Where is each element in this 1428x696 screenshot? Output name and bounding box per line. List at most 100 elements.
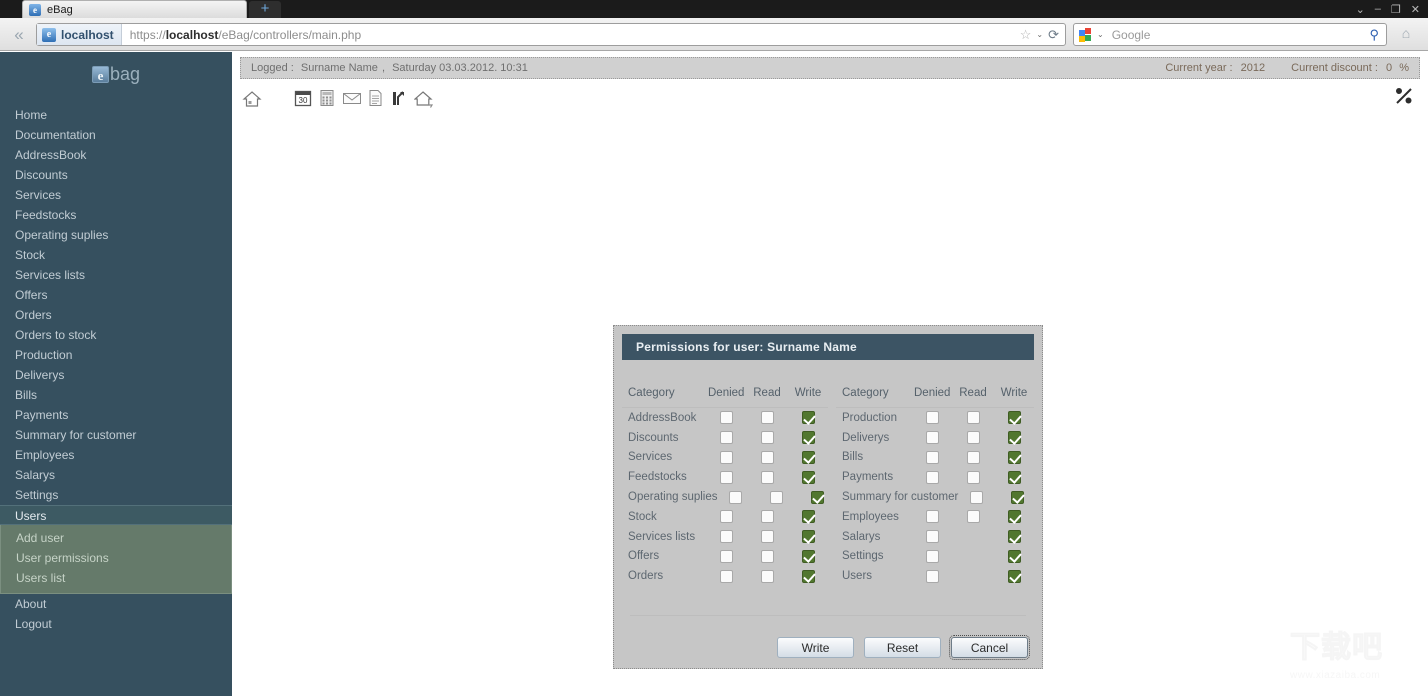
sidebar-item-documentation[interactable]: Documentation	[0, 125, 232, 145]
checkbox-write[interactable]	[801, 549, 815, 563]
checkbox-read[interactable]	[966, 431, 980, 445]
checkbox-read[interactable]	[760, 510, 774, 524]
checkbox-denied[interactable]	[719, 450, 733, 464]
checkbox-denied[interactable]	[969, 490, 983, 504]
sidebar-item-users[interactable]: Users	[0, 505, 232, 525]
search-bar[interactable]: ⌄ Google ⚲	[1073, 23, 1387, 46]
calendar-icon[interactable]: 30	[294, 89, 314, 109]
checkbox-write[interactable]	[801, 510, 815, 524]
checkbox-write[interactable]	[1007, 569, 1021, 583]
home-icon[interactable]	[242, 89, 262, 109]
sidebar-item-employees[interactable]: Employees	[0, 445, 232, 465]
checkbox-write[interactable]	[801, 450, 815, 464]
browser-tab[interactable]: e eBag	[22, 0, 247, 18]
checkbox-denied[interactable]	[729, 490, 742, 504]
sidebar-item-production[interactable]: Production	[0, 345, 232, 365]
checkbox-denied[interactable]	[925, 450, 939, 464]
search-icon[interactable]: ⚲	[1369, 27, 1386, 43]
checkbox-read[interactable]	[760, 450, 774, 464]
sidebar-item-payments[interactable]: Payments	[0, 405, 232, 425]
checkbox-denied[interactable]	[719, 510, 733, 524]
checkbox-denied[interactable]	[925, 431, 939, 445]
checkbox-denied[interactable]	[925, 530, 939, 544]
checkbox-denied[interactable]	[719, 411, 733, 425]
address-bar[interactable]: e localhost https://localhost/eBag/contr…	[36, 23, 1066, 46]
sidebar-item-stock[interactable]: Stock	[0, 245, 232, 265]
checkbox-write[interactable]	[1007, 411, 1021, 425]
checkbox-write[interactable]	[801, 431, 815, 445]
checkbox-denied[interactable]	[719, 470, 733, 484]
checkbox-write[interactable]	[1007, 530, 1021, 544]
new-tab-button[interactable]: +	[249, 1, 281, 18]
checkbox-read[interactable]	[760, 530, 774, 544]
sidebar-item-discounts[interactable]: Discounts	[0, 165, 232, 185]
checkbox-denied[interactable]	[925, 549, 939, 563]
sidebar-item-logout[interactable]: Logout	[0, 614, 232, 634]
sidebar-item-deliverys[interactable]: Deliverys	[0, 365, 232, 385]
google-icon[interactable]	[1079, 27, 1094, 42]
checkbox-read[interactable]	[760, 431, 774, 445]
checkbox-read[interactable]	[966, 510, 980, 524]
sidebar-item-operating-suplies[interactable]: Operating suplies	[0, 225, 232, 245]
home-export-icon[interactable]	[413, 89, 434, 109]
window-maximize-icon[interactable]: ❐	[1391, 3, 1401, 16]
envelope-icon[interactable]	[342, 89, 362, 109]
chart-icon[interactable]	[390, 89, 410, 109]
checkbox-write[interactable]	[811, 490, 824, 504]
sidebar-item-bills[interactable]: Bills	[0, 385, 232, 405]
checkbox-denied[interactable]	[925, 569, 939, 583]
checkbox-write[interactable]	[801, 470, 815, 484]
sidebar-item-salarys[interactable]: Salarys	[0, 465, 232, 485]
checkbox-denied[interactable]	[925, 411, 939, 425]
sidebar-item-settings[interactable]: Settings	[0, 485, 232, 505]
checkbox-read[interactable]	[966, 450, 980, 464]
window-menu-chevron-icon[interactable]: ⌄	[1356, 3, 1365, 16]
checkbox-read[interactable]	[760, 569, 774, 583]
checkbox-denied[interactable]	[925, 510, 939, 524]
sidebar-subitem-add-user[interactable]: Add user	[1, 528, 231, 548]
sidebar-item-orders-to-stock[interactable]: Orders to stock	[0, 325, 232, 345]
sidebar-item-offers[interactable]: Offers	[0, 285, 232, 305]
sidebar-item-summary-for-customer[interactable]: Summary for customer	[0, 425, 232, 445]
search-engine-chevron-icon[interactable]: ⌄	[1097, 30, 1104, 39]
checkbox-read[interactable]	[966, 470, 980, 484]
home-icon[interactable]: ⌂	[1396, 25, 1416, 44]
chevron-down-icon[interactable]: ⌄	[1036, 30, 1043, 39]
sidebar-item-services[interactable]: Services	[0, 185, 232, 205]
checkbox-write[interactable]	[1007, 431, 1021, 445]
checkbox-read[interactable]	[760, 549, 774, 563]
sidebar-item-orders[interactable]: Orders	[0, 305, 232, 325]
sidebar-item-feedstocks[interactable]: Feedstocks	[0, 205, 232, 225]
checkbox-denied[interactable]	[719, 431, 733, 445]
checkbox-write[interactable]	[1007, 450, 1021, 464]
checkbox-write[interactable]	[1007, 549, 1021, 563]
document-icon[interactable]	[366, 89, 386, 109]
cancel-button[interactable]: Cancel	[949, 635, 1030, 660]
back-arrow-icon[interactable]: «	[6, 24, 32, 46]
search-input[interactable]: Google	[1104, 28, 1370, 42]
checkbox-write[interactable]	[801, 569, 815, 583]
window-close-icon[interactable]: ✕	[1411, 3, 1420, 16]
site-identity-box[interactable]: e localhost	[37, 24, 122, 45]
checkbox-write[interactable]	[1007, 510, 1021, 524]
checkbox-read[interactable]	[770, 490, 783, 504]
checkbox-read[interactable]	[760, 470, 774, 484]
checkbox-denied[interactable]	[719, 569, 733, 583]
sidebar-item-home[interactable]: Home	[0, 105, 232, 125]
checkbox-denied[interactable]	[719, 530, 733, 544]
write-button[interactable]: Write	[777, 637, 854, 658]
checkbox-denied[interactable]	[925, 470, 939, 484]
checkbox-read[interactable]	[1010, 490, 1024, 504]
checkbox-write[interactable]	[801, 411, 815, 425]
reload-icon[interactable]: ⟳	[1048, 27, 1059, 43]
calculator-icon[interactable]	[318, 89, 338, 109]
sidebar-item-about[interactable]: About	[0, 594, 232, 614]
checkbox-read[interactable]	[760, 411, 774, 425]
sidebar-item-services-lists[interactable]: Services lists	[0, 265, 232, 285]
sidebar-item-addressbook[interactable]: AddressBook	[0, 145, 232, 165]
checkbox-write[interactable]	[1007, 470, 1021, 484]
checkbox-denied[interactable]	[719, 549, 733, 563]
percent-icon[interactable]	[1394, 86, 1414, 106]
reset-button[interactable]: Reset	[864, 637, 941, 658]
window-minimize-icon[interactable]: –	[1375, 3, 1381, 15]
